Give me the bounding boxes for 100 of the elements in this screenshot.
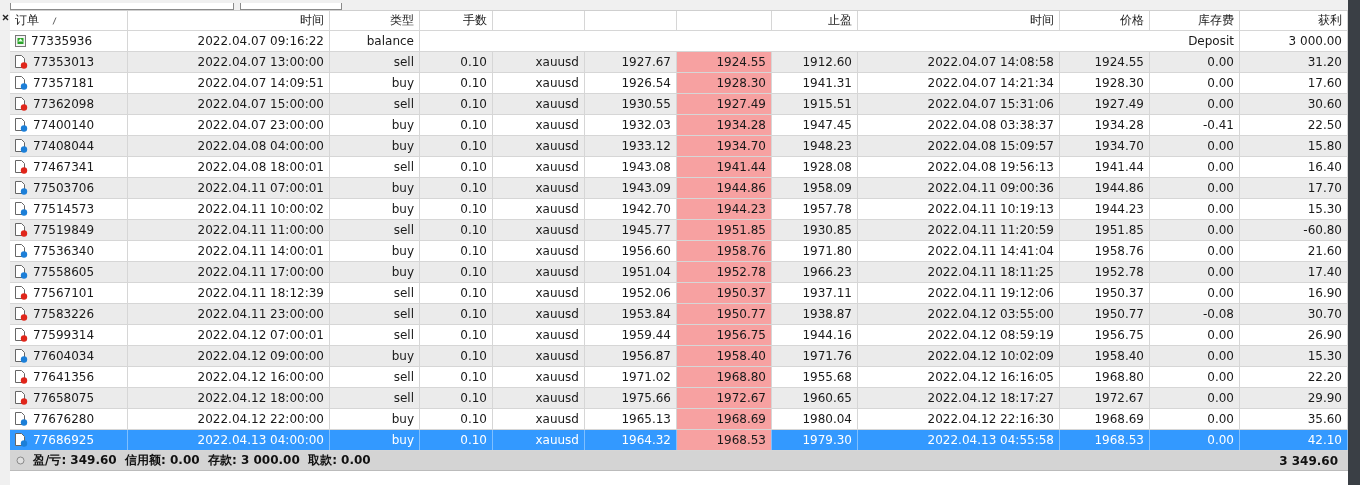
table-cell: 1932.03 bbox=[621, 118, 671, 132]
table-cell: 1958.40 bbox=[716, 349, 766, 363]
close-icon[interactable] bbox=[1, 14, 9, 21]
toolbar-field[interactable] bbox=[240, 3, 342, 10]
table-cell: xauusd bbox=[535, 286, 579, 300]
table-cell: 2022.04.07 09:16:22 bbox=[197, 34, 324, 48]
table-row[interactable]: 77604034 2022.04.12 09:00:00 buy 0.10 xauusd 1956.87 1958.40 1971.76 2022.04.12 10:02:09 1958.40 0.00 15.30 bbox=[10, 346, 1348, 367]
table-cell: 42.10 bbox=[1307, 433, 1342, 447]
column-header[interactable]: 时间 bbox=[1030, 12, 1054, 29]
column-header[interactable]: 手数 bbox=[463, 12, 487, 29]
table-cell: 2022.04.07 15:00:00 bbox=[197, 97, 324, 111]
table-cell: 2022.04.12 10:02:09 bbox=[927, 349, 1054, 363]
table-cell: 1968.80 bbox=[1094, 370, 1144, 384]
table-row[interactable]: 77536340 2022.04.11 14:00:01 buy 0.10 xauusd 1956.60 1958.76 1971.80 2022.04.11 14:41:04 1958.76 0.00 21.60 bbox=[10, 241, 1348, 262]
column-header[interactable]: 价格 bbox=[1120, 12, 1144, 29]
table-cell: 2022.04.11 11:20:59 bbox=[927, 223, 1054, 237]
table-row[interactable]: 77686925 2022.04.13 04:00:00 buy 0.10 xauusd 1964.32 1968.53 1979.30 2022.04.13 04:55:58 1968.53 0.00 42.10 bbox=[10, 430, 1348, 451]
table-cell: 1959.44 bbox=[621, 328, 671, 342]
table-row[interactable]: 77335936 2022.04.07 09:16:22 balance Deposit 3 000.00 bbox=[10, 31, 1348, 52]
table-cell: 1956.75 bbox=[1094, 328, 1144, 342]
table-cell: 2022.04.07 23:00:00 bbox=[197, 118, 324, 132]
toolbar-field[interactable] bbox=[10, 3, 234, 10]
table-row[interactable]: 77467341 2022.04.08 18:00:01 sell 0.10 xauusd 1943.08 1941.44 1928.08 2022.04.08 19:56:13 1941.44 0.00 16.40 bbox=[10, 157, 1348, 178]
table-cell: 1934.70 bbox=[716, 139, 766, 153]
table-cell: xauusd bbox=[535, 328, 579, 342]
table-cell: sell bbox=[393, 160, 414, 174]
column-header[interactable]: 类型 bbox=[390, 12, 414, 29]
table-cell: 1943.09 bbox=[621, 181, 671, 195]
table-row[interactable]: 77567101 2022.04.11 18:12:39 sell 0.10 xauusd 1952.06 1950.37 1937.11 2022.04.11 19:12:06 1950.37 0.00 16.90 bbox=[10, 283, 1348, 304]
table-cell: 2022.04.11 18:12:39 bbox=[197, 286, 324, 300]
table-row[interactable]: 77658075 2022.04.12 18:00:00 sell 0.10 xauusd 1975.66 1972.67 1960.65 2022.04.12 18:17:27 1972.67 0.00 29.90 bbox=[10, 388, 1348, 409]
table-cell: 31.20 bbox=[1307, 55, 1342, 69]
table-cell: xauusd bbox=[535, 223, 579, 237]
table-cell: 2022.04.08 04:00:00 bbox=[197, 139, 324, 153]
table-cell: 2022.04.12 16:16:05 bbox=[927, 370, 1054, 384]
table-cell: 1957.78 bbox=[802, 202, 852, 216]
table-cell: 1944.86 bbox=[716, 181, 766, 195]
table-cell: 0.10 bbox=[460, 97, 487, 111]
table-cell: 15.30 bbox=[1307, 349, 1342, 363]
table-row[interactable]: 77408044 2022.04.08 04:00:00 buy 0.10 xauusd 1933.12 1934.70 1948.23 2022.04.08 15:09:57 1934.70 0.00 15.80 bbox=[10, 136, 1348, 157]
table-cell: 2022.04.11 17:00:00 bbox=[197, 265, 324, 279]
table-cell: 2022.04.12 18:00:00 bbox=[197, 391, 324, 405]
buy-order-icon bbox=[15, 181, 28, 195]
table-cell: 16.40 bbox=[1307, 160, 1342, 174]
sell-order-icon bbox=[15, 286, 28, 300]
table-cell: -60.80 bbox=[1303, 223, 1342, 237]
table-cell: 22.50 bbox=[1307, 118, 1342, 132]
table-cell: 2022.04.07 14:09:51 bbox=[197, 76, 324, 90]
table-row[interactable]: 77362098 2022.04.07 15:00:00 sell 0.10 xauusd 1930.55 1927.49 1915.51 2022.04.07 15:31:06 1927.49 0.00 30.60 bbox=[10, 94, 1348, 115]
table-cell: 77686925 bbox=[33, 433, 95, 447]
table-cell: buy bbox=[391, 76, 414, 90]
table-cell: 0.10 bbox=[460, 244, 487, 258]
table-cell: sell bbox=[393, 370, 414, 384]
column-header[interactable]: 获利 bbox=[1318, 12, 1342, 29]
table-cell: 0.00 bbox=[1207, 391, 1234, 405]
table-cell: 77400140 bbox=[33, 118, 95, 132]
column-header[interactable]: 止盈 bbox=[828, 12, 852, 29]
table-cell: sell bbox=[393, 391, 414, 405]
table-cell: 2022.04.08 15:09:57 bbox=[927, 139, 1054, 153]
table-cell: 77641356 bbox=[33, 370, 95, 384]
sell-order-icon bbox=[15, 55, 28, 69]
table-cell: 1944.23 bbox=[1094, 202, 1144, 216]
column-header[interactable]: 订单 bbox=[15, 12, 39, 29]
table-cell: 0.00 bbox=[1207, 244, 1234, 258]
buy-order-icon bbox=[15, 433, 28, 447]
table-cell: xauusd bbox=[535, 55, 579, 69]
table-cell: 1958.40 bbox=[1094, 349, 1144, 363]
buy-order-icon bbox=[15, 349, 28, 363]
table-cell: 77676280 bbox=[33, 412, 95, 426]
table-cell: 2022.04.12 22:16:30 bbox=[927, 412, 1054, 426]
table-cell: 1960.65 bbox=[802, 391, 852, 405]
column-header[interactable]: 时间 bbox=[300, 12, 324, 29]
table-cell: 1947.45 bbox=[802, 118, 852, 132]
table-cell: 77658075 bbox=[33, 391, 95, 405]
table-cell: 77599314 bbox=[33, 328, 95, 342]
table-row[interactable]: 77599314 2022.04.12 07:00:01 sell 0.10 xauusd 1959.44 1956.75 1944.16 2022.04.12 08:59:19 1956.75 0.00 26.90 bbox=[10, 325, 1348, 346]
table-row[interactable]: 77558605 2022.04.11 17:00:00 buy 0.10 xauusd 1951.04 1952.78 1966.23 2022.04.11 18:11:25 1952.78 0.00 17.40 bbox=[10, 262, 1348, 283]
table-row[interactable]: 77519849 2022.04.11 11:00:00 sell 0.10 xauusd 1945.77 1951.85 1930.85 2022.04.11 11:20:59 1951.85 0.00 -60.80 bbox=[10, 220, 1348, 241]
table-cell: buy bbox=[391, 244, 414, 258]
table-row[interactable]: 77353013 2022.04.07 13:00:00 sell 0.10 xauusd 1927.67 1924.55 1912.60 2022.04.07 14:08:58 1924.55 0.00 31.20 bbox=[10, 52, 1348, 73]
table-cell: 2022.04.12 03:55:00 bbox=[927, 307, 1054, 321]
table-row[interactable]: 77641356 2022.04.12 16:00:00 sell 0.10 xauusd 1971.02 1968.80 1955.68 2022.04.12 16:16:05 1968.80 0.00 22.20 bbox=[10, 367, 1348, 388]
column-header[interactable]: 库存费 bbox=[1198, 12, 1234, 29]
table-row[interactable]: 77676280 2022.04.12 22:00:00 buy 0.10 xauusd 1965.13 1968.69 1980.04 2022.04.12 22:16:30 1968.69 0.00 35.60 bbox=[10, 409, 1348, 430]
table-row[interactable]: 77503706 2022.04.11 07:00:01 buy 0.10 xauusd 1943.09 1944.86 1958.09 2022.04.11 09:00:36 1944.86 0.00 17.70 bbox=[10, 178, 1348, 199]
table-row[interactable]: 77583226 2022.04.11 23:00:00 sell 0.10 xauusd 1953.84 1950.77 1938.87 2022.04.12 03:55:00 1950.77 -0.08 30.70 bbox=[10, 304, 1348, 325]
sell-order-icon bbox=[15, 97, 28, 111]
table-cell: 2022.04.07 14:08:58 bbox=[927, 55, 1054, 69]
table-cell: 2022.04.12 16:00:00 bbox=[197, 370, 324, 384]
table-cell: 1944.16 bbox=[802, 328, 852, 342]
table-row[interactable]: 77400140 2022.04.07 23:00:00 buy 0.10 xauusd 1932.03 1934.28 1947.45 2022.04.08 03:38:37 1934.28 -0.41 22.50 bbox=[10, 115, 1348, 136]
table-cell: xauusd bbox=[535, 202, 579, 216]
table-cell: 0.10 bbox=[460, 307, 487, 321]
table-row[interactable]: 77357181 2022.04.07 14:09:51 buy 0.10 xauusd 1926.54 1928.30 1941.31 2022.04.07 14:21:34 1928.30 0.00 17.60 bbox=[10, 73, 1348, 94]
table-cell: sell bbox=[393, 286, 414, 300]
table-cell: 77353013 bbox=[33, 55, 95, 69]
table-cell: sell bbox=[393, 307, 414, 321]
table-cell: xauusd bbox=[535, 349, 579, 363]
table-cell: xauusd bbox=[535, 244, 579, 258]
table-row[interactable]: 77514573 2022.04.11 10:00:02 buy 0.10 xauusd 1942.70 1944.23 1957.78 2022.04.11 10:19:13 1944.23 0.00 15.30 bbox=[10, 199, 1348, 220]
